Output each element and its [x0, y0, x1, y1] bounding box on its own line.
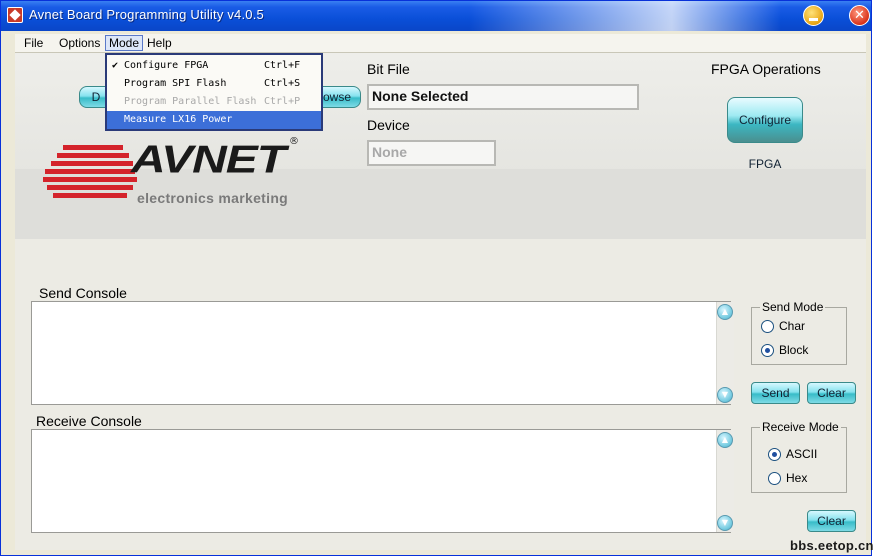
- receive-mode-title: Receive Mode: [760, 420, 841, 434]
- logo-registered-mark: ®: [289, 136, 299, 147]
- avnet-logo: AVNET ® electronics marketing: [43, 135, 303, 215]
- send-mode-group: Send Mode Char Block: [751, 300, 847, 365]
- receive-mode-ascii-radio[interactable]: [768, 448, 781, 461]
- receive-mode-hex-label: Hex: [786, 471, 808, 485]
- menu-file[interactable]: File: [21, 36, 46, 50]
- receive-console[interactable]: [31, 429, 731, 533]
- receive-mode-ascii-label: ASCII: [786, 447, 818, 461]
- logo-stripe: [63, 145, 123, 150]
- watermark: bbs.eetop.cn: [790, 538, 874, 553]
- receive-clear-button[interactable]: Clear: [807, 510, 856, 532]
- bitfile-field[interactable]: None Selected: [367, 84, 639, 110]
- menu-item-program-spi-flash[interactable]: Program SPI Flash Ctrl+S: [107, 75, 321, 93]
- fpga-operations-label: FPGA Operations: [711, 61, 821, 77]
- menu-mode[interactable]: Mode: [105, 35, 144, 51]
- app-window: Avnet Board Programming Utility v4.0.5 ✕…: [0, 0, 872, 556]
- logo-stripe: [47, 185, 133, 190]
- configure-fpga-button[interactable]: Configure FPGA: [727, 97, 803, 171]
- send-mode-block-label: Block: [779, 343, 809, 357]
- send-mode-block-radio[interactable]: [761, 344, 774, 357]
- menu-item-label: Measure LX16 Power: [124, 114, 233, 125]
- scroll-up-icon[interactable]: ▲: [717, 432, 733, 448]
- mode-dropdown-menu: ✔ Configure FPGA Ctrl+F Program SPI Flas…: [105, 53, 323, 131]
- check-icon: ✔: [112, 60, 119, 71]
- logo-stripe: [51, 161, 133, 166]
- send-mode-char-label: Char: [779, 319, 806, 333]
- logo-wordmark: AVNET: [131, 137, 286, 182]
- send-console-label: Send Console: [39, 285, 127, 301]
- logo-stripe: [45, 169, 135, 174]
- receive-mode-hex-radio[interactable]: [768, 472, 781, 485]
- minimize-button[interactable]: [803, 5, 824, 26]
- menu-item-label: Program Parallel Flash: [124, 96, 257, 107]
- menu-item-shortcut: Ctrl+F: [264, 60, 301, 71]
- scroll-down-icon[interactable]: ▼: [717, 387, 733, 403]
- logo-stripe: [53, 193, 127, 198]
- send-mode-title: Send Mode: [760, 300, 826, 314]
- window-title: Avnet Board Programming Utility v4.0.5: [29, 7, 264, 22]
- close-icon: ✕: [854, 8, 865, 23]
- menu-item-label: Program SPI Flash: [124, 78, 227, 89]
- logo-tagline: electronics marketing: [137, 190, 289, 206]
- menu-options[interactable]: Options: [56, 36, 103, 50]
- scroll-down-icon[interactable]: ▼: [717, 515, 733, 531]
- menu-item-configure-fpga[interactable]: ✔ Configure FPGA Ctrl+F: [107, 57, 321, 75]
- receive-mode-group: Receive Mode ASCII Hex: [751, 420, 847, 493]
- menu-item-label: Configure FPGA: [124, 60, 209, 71]
- menu-bar: File Options Mode Help: [15, 34, 866, 53]
- title-bar[interactable]: Avnet Board Programming Utility v4.0.5 ✕: [1, 1, 871, 31]
- menu-item-measure-lx16-power[interactable]: Measure LX16 Power: [107, 111, 321, 129]
- send-button[interactable]: Send: [751, 382, 800, 404]
- receive-console-scrollbar[interactable]: ▲ ▼: [716, 430, 734, 532]
- logo-stripe: [57, 153, 129, 158]
- send-console-scrollbar[interactable]: ▲ ▼: [716, 302, 734, 404]
- close-button[interactable]: ✕: [849, 5, 870, 26]
- menu-help[interactable]: Help: [144, 36, 175, 50]
- send-mode-char-radio[interactable]: [761, 320, 774, 333]
- receive-console-label: Receive Console: [36, 413, 142, 429]
- send-console[interactable]: [31, 301, 731, 405]
- send-clear-button[interactable]: Clear: [807, 382, 856, 404]
- bitfile-label: Bit File: [367, 61, 410, 77]
- browse-button-label: owse: [322, 90, 351, 104]
- menu-item-shortcut: Ctrl+P: [264, 96, 301, 107]
- device-field: None: [367, 140, 496, 166]
- logo-stripe: [43, 177, 137, 182]
- app-icon: [7, 7, 23, 23]
- menu-item-program-parallel-flash: Program Parallel Flash Ctrl+P: [107, 93, 321, 111]
- menu-item-shortcut: Ctrl+S: [264, 78, 301, 89]
- device-label: Device: [367, 117, 410, 133]
- scroll-up-icon[interactable]: ▲: [717, 304, 733, 320]
